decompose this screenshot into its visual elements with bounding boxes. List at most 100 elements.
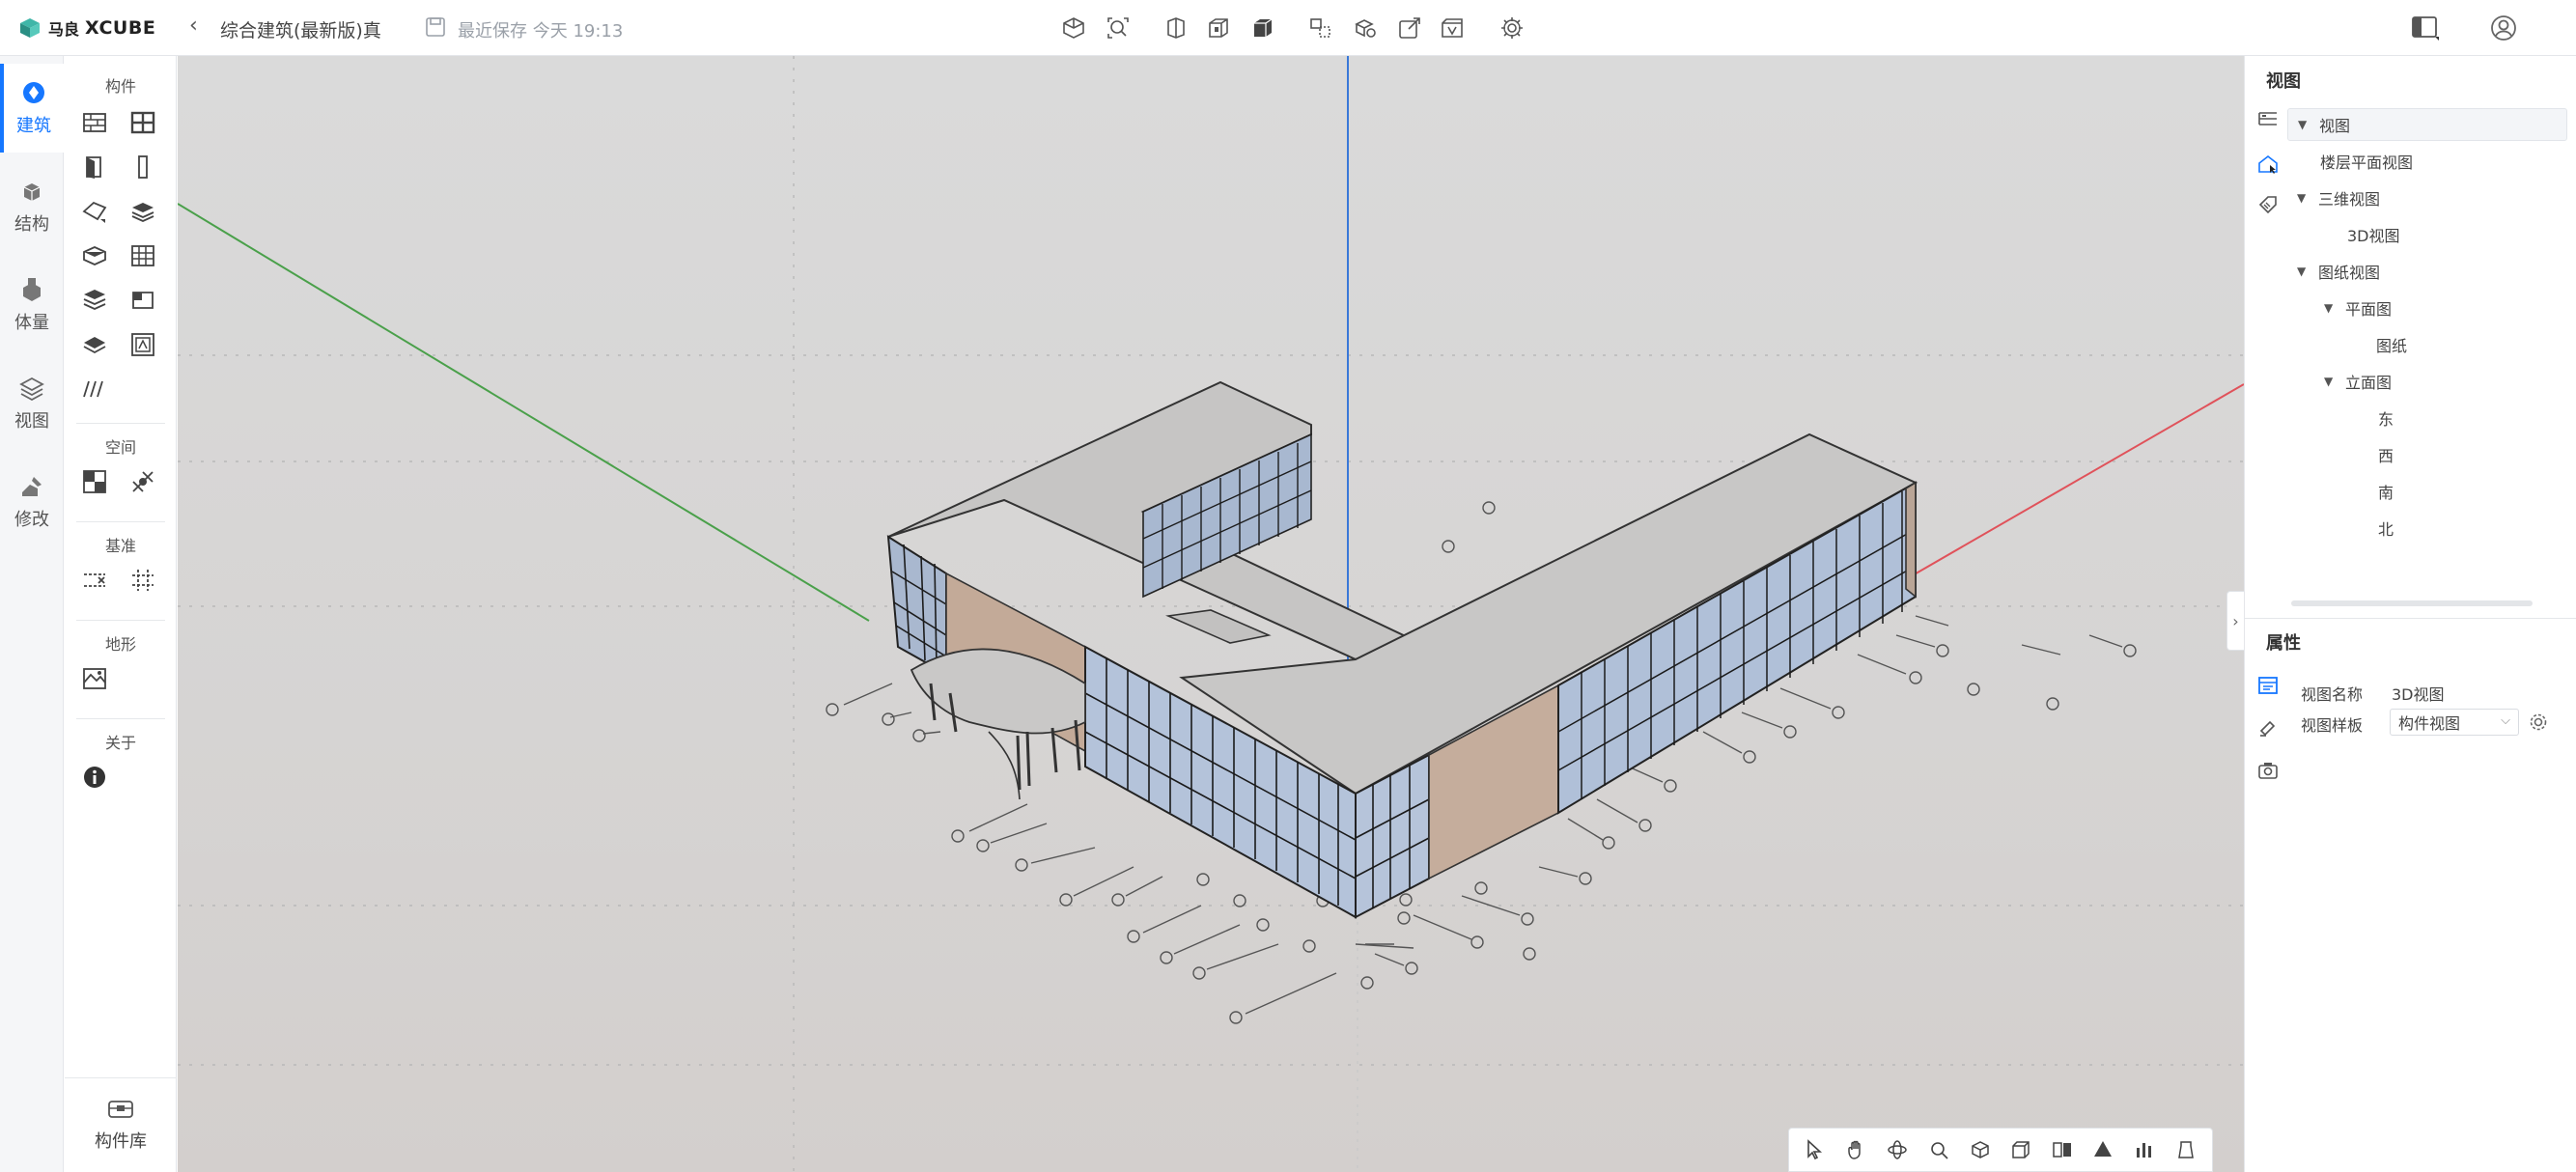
tree-label: 南 (2378, 484, 2394, 502)
tree-scrollbar[interactable] (2291, 600, 2533, 606)
palette-section-space: 空间 (104, 438, 136, 457)
tree-node-sheet[interactable]: 图纸 (2287, 328, 2567, 361)
zoom-icon[interactable] (1925, 1136, 1952, 1163)
ramp-tool-icon[interactable] (78, 373, 111, 405)
camera-tab-icon[interactable] (2253, 755, 2283, 786)
view-box-icon[interactable] (1205, 14, 1232, 42)
palette-section-about: 关于 (104, 734, 136, 752)
tree-node-elevations[interactable]: ▼ 立面图 (2287, 365, 2567, 398)
tree-node-3d-view[interactable]: 3D视图 (2287, 218, 2567, 251)
caret-down-icon: ▼ (2324, 301, 2334, 315)
window-tool-icon[interactable] (126, 106, 159, 139)
model-settings-icon[interactable] (1352, 14, 1379, 42)
save-icon[interactable] (425, 16, 446, 38)
tree-node-south[interactable]: 南 (2287, 475, 2567, 508)
tree-node-west[interactable]: 西 (2287, 438, 2567, 471)
select-arrow-icon[interactable] (1802, 1136, 1829, 1163)
room-tool-icon[interactable] (78, 465, 111, 498)
terrain-tool-icon[interactable] (78, 662, 111, 695)
tree-node-north[interactable]: 北 (2287, 512, 2567, 544)
brand-prefix: 马良 (48, 20, 80, 39)
project-title: 综合建筑(最新版)真 (220, 20, 381, 42)
rail-label-view: 视图 (14, 411, 49, 432)
view-front-icon[interactable] (1162, 14, 1190, 42)
rail-item-building[interactable]: 建筑 (0, 64, 64, 153)
component-palette: 构件 空间 基准 地形 关于 构件库 (65, 56, 177, 1172)
section-icon[interactable] (1307, 14, 1334, 42)
3d-viewport[interactable] (178, 56, 2244, 1172)
pan-hand-icon[interactable] (1843, 1136, 1870, 1163)
railing-tool-icon[interactable] (126, 284, 159, 317)
component-library-button[interactable]: 构件库 (65, 1077, 177, 1170)
column-tool-icon[interactable] (126, 151, 159, 183)
chevron-down-icon: ⌵ (2501, 713, 2510, 728)
logo-cube-icon (20, 18, 40, 38)
slab-tool-icon[interactable] (78, 328, 111, 361)
info-icon[interactable] (78, 761, 111, 794)
floor-tool-icon[interactable] (126, 195, 159, 228)
view-template-select[interactable]: 构件视图 ⌵ (2390, 709, 2519, 736)
panel-collapse-handle[interactable]: › (2226, 591, 2244, 651)
tree-label: 视图 (2319, 117, 2351, 135)
cube-view-icon[interactable] (1060, 14, 1087, 42)
view-name-label: 视图名称 (2301, 685, 2364, 704)
view-box-v-icon[interactable] (1439, 14, 1466, 42)
caret-down-icon: ▼ (2297, 191, 2307, 205)
export-icon[interactable] (1396, 14, 1423, 42)
view-solid-icon[interactable] (1249, 14, 1276, 42)
clear-icon[interactable] (2172, 1136, 2199, 1163)
rail-item-structure[interactable]: 结构 (0, 162, 64, 251)
ceiling-tool-icon[interactable] (78, 239, 111, 272)
rail-item-modify[interactable]: 修改 (0, 458, 64, 546)
mass-icon (23, 278, 41, 301)
toggle-panel-icon[interactable] (2410, 14, 2441, 42)
tree-node-east[interactable]: 东 (2287, 402, 2567, 434)
grid-tool-icon[interactable] (126, 564, 159, 597)
template-settings-gear-icon[interactable] (2527, 711, 2550, 734)
view-template-value: 构件视图 (2398, 714, 2461, 733)
properties-section-title: 属性 (2266, 633, 2301, 654)
curtain-wall-tool-icon[interactable] (126, 239, 159, 272)
chart-icon[interactable] (2131, 1136, 2158, 1163)
roof-tool-icon[interactable] (78, 195, 111, 228)
wall-tool-icon[interactable] (78, 106, 111, 139)
zoom-fit-icon[interactable] (1105, 14, 1132, 42)
palette-section-datum: 基准 (104, 537, 136, 555)
tree-label: 东 (2378, 410, 2394, 429)
iso-view-icon[interactable] (1967, 1136, 1994, 1163)
caret-down-icon: ▼ (2298, 118, 2308, 131)
door-tool-icon[interactable] (78, 151, 111, 183)
tree-label: 楼层平面视图 (2320, 153, 2414, 172)
rail-item-view[interactable]: 视图 (0, 359, 64, 448)
area-tool-icon[interactable] (126, 465, 159, 498)
properties-tab-icon[interactable] (2253, 670, 2283, 701)
box-view-icon[interactable] (2007, 1136, 2034, 1163)
building-scene[interactable] (178, 56, 2244, 1172)
level-tool-icon[interactable] (78, 564, 111, 597)
tree-node-views[interactable]: ▼ 视图 (2287, 108, 2567, 141)
section-box-icon[interactable] (2049, 1136, 2076, 1163)
tree-node-3d-views[interactable]: ▼ 三维视图 (2287, 181, 2567, 214)
tree-node-plans[interactable]: ▼ 平面图 (2287, 292, 2567, 324)
right-panel: 视图 ▼ 视图 楼层平面视图 ▼ 三维视图 3D视图 ▼ 图纸视图 ▼ 平面图 图纸 ▼… (2244, 56, 2576, 1172)
orbit-icon[interactable] (1884, 1136, 1911, 1163)
rail-item-mass[interactable]: 体量 (0, 261, 64, 349)
top-bar: 马良 XCUBE ‹ 综合建筑(最新版)真 最近保存 今天 19:13 (0, 0, 2576, 56)
view-section-title: 视图 (2266, 71, 2301, 92)
settings-gear-icon[interactable] (1498, 14, 1526, 42)
component-tool-icon[interactable] (126, 328, 159, 361)
tree-node-floor-plan[interactable]: 楼层平面视图 (2287, 145, 2567, 178)
surface-icon[interactable] (2089, 1136, 2116, 1163)
tree-label: 立面图 (2345, 374, 2393, 392)
paint-tab-icon[interactable] (2253, 712, 2283, 743)
tag-tab-icon[interactable] (2253, 189, 2283, 220)
view-list-tab-icon[interactable] (2253, 104, 2283, 135)
save-status: 最近保存 今天 19:13 (458, 21, 624, 42)
back-chevron-icon[interactable]: ‹ (189, 14, 198, 38)
view-house-tab-icon[interactable] (2253, 149, 2283, 180)
stair-tool-icon[interactable] (78, 284, 111, 317)
user-avatar-icon[interactable] (2489, 14, 2518, 42)
tree-label: 图纸视图 (2318, 264, 2381, 282)
tree-node-sheet-views[interactable]: ▼ 图纸视图 (2287, 255, 2567, 288)
x-axis-line (1905, 383, 2244, 580)
